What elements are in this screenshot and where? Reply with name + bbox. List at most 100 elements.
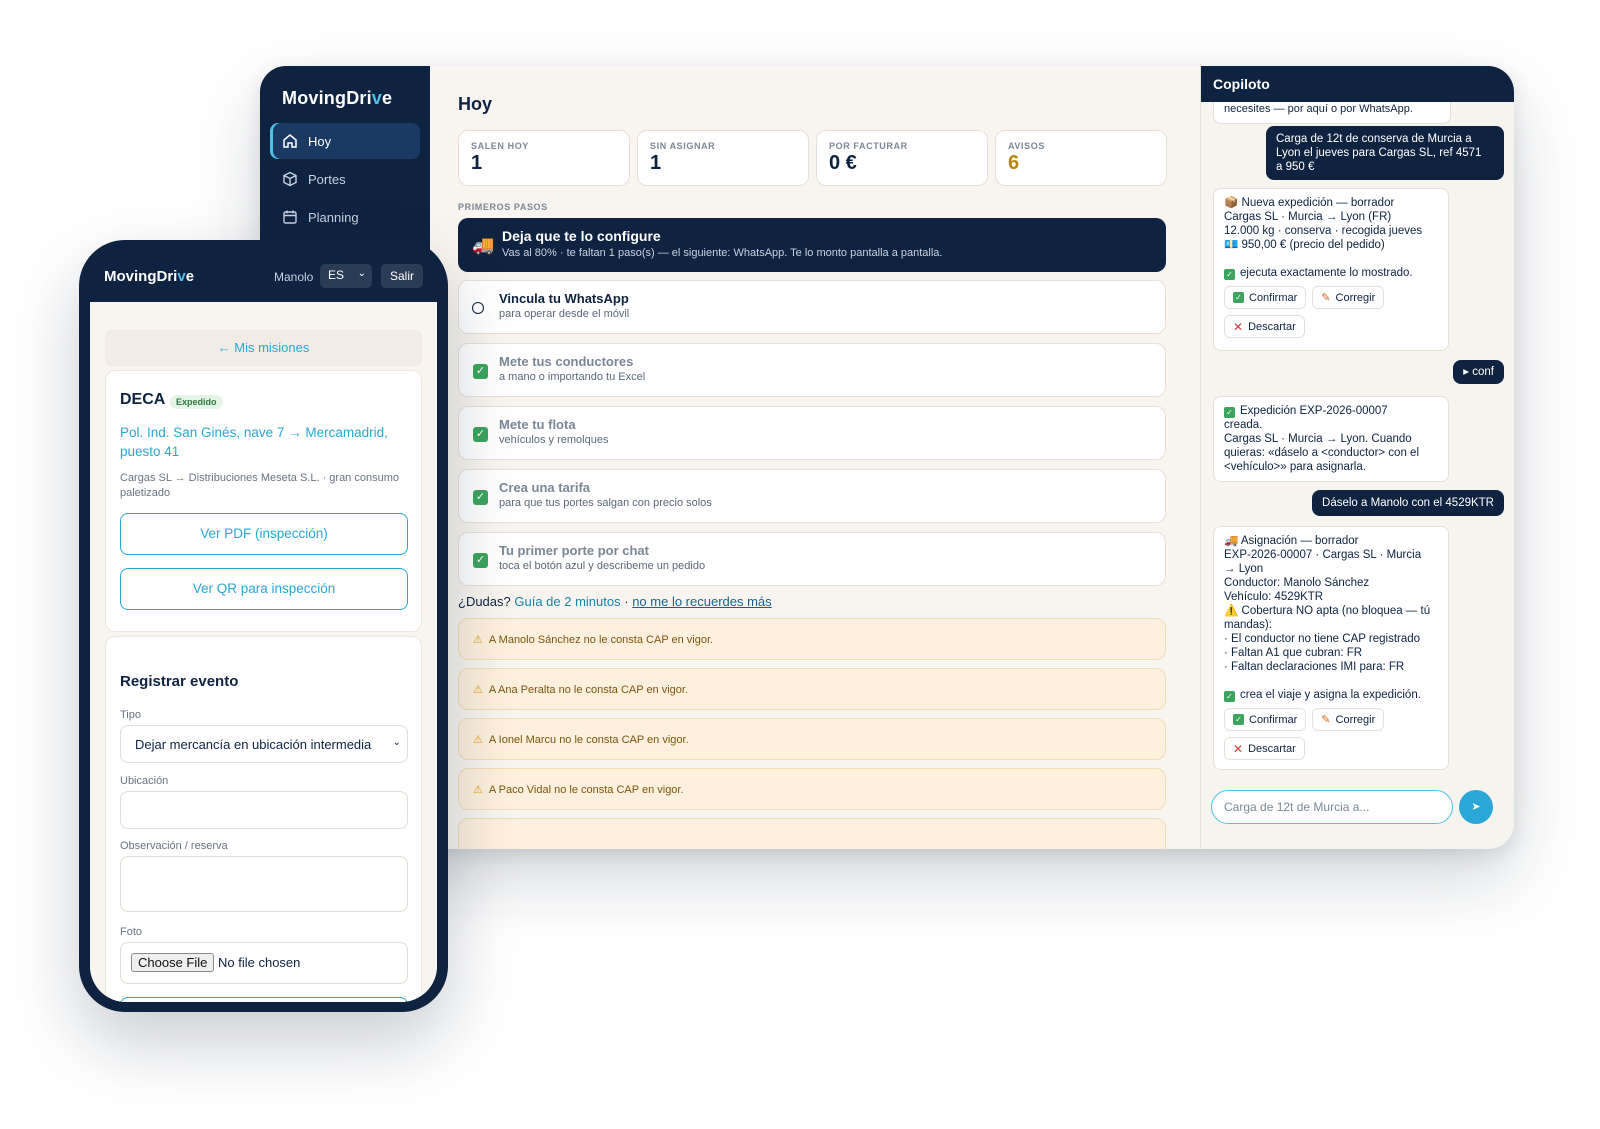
- discard-button[interactable]: ✕ Descartar: [1224, 315, 1305, 338]
- sidebar-item-label: Planning: [308, 209, 359, 225]
- step-subtitle: toca el botón azul y describeme un pedid…: [499, 560, 706, 572]
- observation-label: Observación / reserva: [120, 840, 228, 852]
- fix-button[interactable]: ✎ Corregir: [1312, 708, 1385, 731]
- location-input[interactable]: [120, 791, 408, 829]
- message-line: Cargas SL · Murcia → Lyon (FR): [1224, 211, 1392, 223]
- message-line: mandas):: [1224, 619, 1272, 631]
- main-panel: Hoy SALEN HOY 1 SIN ASIGNAR 1 POR FACTUR…: [430, 66, 1200, 849]
- chat-message-bot: 📦 Nueva expedición — borrador Cargas SL …: [1213, 188, 1449, 351]
- chat-thread[interactable]: necesites — por aquí o por WhatsApp. Car…: [1201, 102, 1514, 782]
- step-subtitle: vehículos y remolques: [499, 434, 609, 446]
- stat-card-sin-asignar[interactable]: SIN ASIGNAR 1: [637, 130, 809, 186]
- alert-item[interactable]: ⚠ A Ionel Marcu no le consta CAP en vigor…: [458, 718, 1166, 760]
- view-pdf-button[interactable]: Ver PDF (inspección): [120, 513, 408, 555]
- message-line: a 950 €: [1276, 161, 1315, 173]
- sidebar-item-planning[interactable]: Planning: [270, 199, 420, 235]
- event-type-select[interactable]: Dejar mercancía en ubicación intermedia ⌄: [120, 725, 408, 763]
- discard-button[interactable]: ✕ Descartar: [1224, 737, 1305, 760]
- mission-detail: Cargas SL → Distribuciones Meseta S.L. ·…: [120, 472, 399, 499]
- chevron-down-icon: ⌄: [357, 268, 366, 279]
- chevron-down-icon: ⌄: [392, 737, 401, 748]
- desktop-app-window: MovingDrive Hoy Portes Planning Hoy SALE…: [260, 66, 1514, 849]
- stat-value: 6: [1008, 152, 1020, 174]
- chat-message-bot: ✓ Expedición EXP-2026-00007 creada. Carga…: [1213, 396, 1449, 482]
- close-icon: ✕: [1233, 741, 1244, 756]
- step-subtitle: para que tus portes salgan con precio so…: [499, 497, 712, 509]
- observation-textarea[interactable]: [120, 856, 408, 912]
- setup-banner[interactable]: 🚚 Deja que te lo configure Vas al 80% · …: [458, 218, 1166, 272]
- guide-link[interactable]: Guía de 2 minutos: [514, 594, 620, 609]
- phone-screen: ← Mis misiones DECA Expedido Pol. Ind. S…: [90, 302, 437, 1002]
- message-line: · El conductor no tiene CAP registrado: [1224, 633, 1421, 645]
- message-line: · Faltan declaraciones IMI para: FR: [1224, 661, 1405, 673]
- alert-text: A Paco Vidal no le consta CAP en vigor.: [488, 784, 684, 796]
- section-label: PRIMEROS PASOS: [458, 202, 548, 212]
- warning-icon: ⚠: [473, 734, 483, 746]
- language-value: ES: [328, 268, 345, 282]
- message-line: 📦 Nueva expedición — borrador: [1224, 197, 1395, 209]
- chat-message-user: Carga de 12t de conserva de Murcia a Lyo…: [1266, 126, 1504, 180]
- sidebar-item-hoy[interactable]: Hoy: [270, 123, 420, 159]
- chat-message-bot: necesites — por aquí o por WhatsApp.: [1213, 102, 1451, 124]
- box-icon: [283, 171, 297, 187]
- close-icon: ✕: [1233, 319, 1244, 334]
- chat-message-user: Dáselo a Manolo con el 4529KTR: [1312, 490, 1504, 516]
- send-button[interactable]: ➤: [1459, 790, 1493, 824]
- step-title: Mete tu flota: [499, 417, 576, 432]
- step-conductores[interactable]: ✓ Mete tus conductores a mano o importan…: [458, 343, 1166, 397]
- message-text: necesites — por aquí o por WhatsApp.: [1224, 103, 1413, 115]
- warning-icon: ⚠: [473, 634, 483, 646]
- mission-route[interactable]: Pol. Ind. San Ginés, nave 7 → Mercamadri…: [120, 423, 410, 461]
- stat-card-por-facturar[interactable]: POR FACTURAR 0 €: [816, 130, 988, 186]
- check-icon: ✓: [473, 490, 488, 505]
- view-qr-button[interactable]: Ver QR para inspección: [120, 568, 408, 610]
- message-line: EXP-2026-00007 · Cargas SL · Murcia: [1224, 549, 1422, 561]
- message-line: Cargas SL · Murcia → Lyon. Cuando: [1224, 433, 1412, 445]
- help-prefix: ¿Dudas?: [458, 594, 511, 609]
- pencil-icon: ✎: [1321, 291, 1331, 304]
- language-select[interactable]: ES ⌄: [320, 264, 372, 288]
- type-label: Tipo: [120, 709, 141, 721]
- submit-button-partial[interactable]: [120, 997, 408, 1002]
- logout-button[interactable]: Salir: [381, 264, 423, 288]
- choose-file-button[interactable]: Choose File: [131, 953, 215, 972]
- step-tarifa[interactable]: ✓ Crea una tarifa para que tus portes sa…: [458, 469, 1166, 523]
- message-line: crea el viaje y asigna la expedición.: [1240, 689, 1421, 701]
- alert-item[interactable]: ⚠ A Manolo Sánchez no le consta CAP en vi…: [458, 618, 1166, 660]
- step-primer-porte[interactable]: ✓ Tu primer porte por chat toca el botón…: [458, 532, 1166, 586]
- fix-button[interactable]: ✎ Corregir: [1312, 286, 1385, 309]
- stat-card-avisos[interactable]: AVISOS 6: [995, 130, 1167, 186]
- alert-item[interactable]: ⚠ A Ana Peralta no le consta CAP en vigor…: [458, 668, 1166, 710]
- check-icon: ✓: [1224, 269, 1235, 280]
- file-status: No file chosen: [218, 955, 301, 970]
- message-text: ▸ conf: [1463, 366, 1494, 378]
- chat-input[interactable]: Carga de 12t de Murcia a...: [1211, 790, 1453, 824]
- stat-card-salen-hoy[interactable]: SALEN HOY 1: [458, 130, 630, 186]
- step-subtitle: a mano o importando tu Excel: [499, 371, 646, 383]
- message-line: 💶 950,00 € (precio del pedido): [1224, 239, 1385, 251]
- sidebar-item-label: Hoy: [308, 133, 332, 149]
- stat-value: 0 €: [829, 152, 857, 174]
- select-value: Dejar mercancía en ubicación intermedia: [135, 737, 372, 752]
- alert-item[interactable]: ⚠ A Paco Vidal no le consta CAP en vigor.: [458, 768, 1166, 810]
- chat-message-user: ▸ conf: [1453, 360, 1504, 384]
- back-to-missions-link[interactable]: ← Mis misiones: [105, 330, 422, 366]
- dismiss-link[interactable]: no me lo recuerdes más: [632, 594, 771, 609]
- message-line: quieras: «dáselo a <conductor> con el: [1224, 447, 1419, 459]
- sidebar-item-portes[interactable]: Portes: [270, 161, 420, 197]
- confirm-button[interactable]: ✓ Confirmar: [1224, 286, 1307, 309]
- alert-item-partial[interactable]: [458, 818, 1166, 849]
- message-line: Carga de 12t de conserva de Murcia a: [1276, 133, 1472, 145]
- message-line: Expedición EXP-2026-00007: [1240, 405, 1388, 417]
- page-title: Hoy: [458, 94, 493, 114]
- check-icon: ✓: [473, 427, 488, 442]
- step-whatsapp[interactable]: Vincula tu WhatsApp para operar desde el…: [458, 280, 1166, 334]
- photo-file-input[interactable]: Choose File No file chosen: [120, 942, 408, 984]
- step-title: Mete tus conductores: [499, 354, 634, 369]
- confirm-button[interactable]: ✓ Confirmar: [1224, 708, 1307, 731]
- message-line: 12.000 kg · conserva · recogida jueves: [1224, 225, 1423, 237]
- button-label: Descartar: [1248, 320, 1296, 333]
- pending-circle-icon: [472, 302, 484, 314]
- step-flota[interactable]: ✓ Mete tu flota vehículos y remolques: [458, 406, 1166, 460]
- step-title: Tu primer porte por chat: [499, 543, 649, 558]
